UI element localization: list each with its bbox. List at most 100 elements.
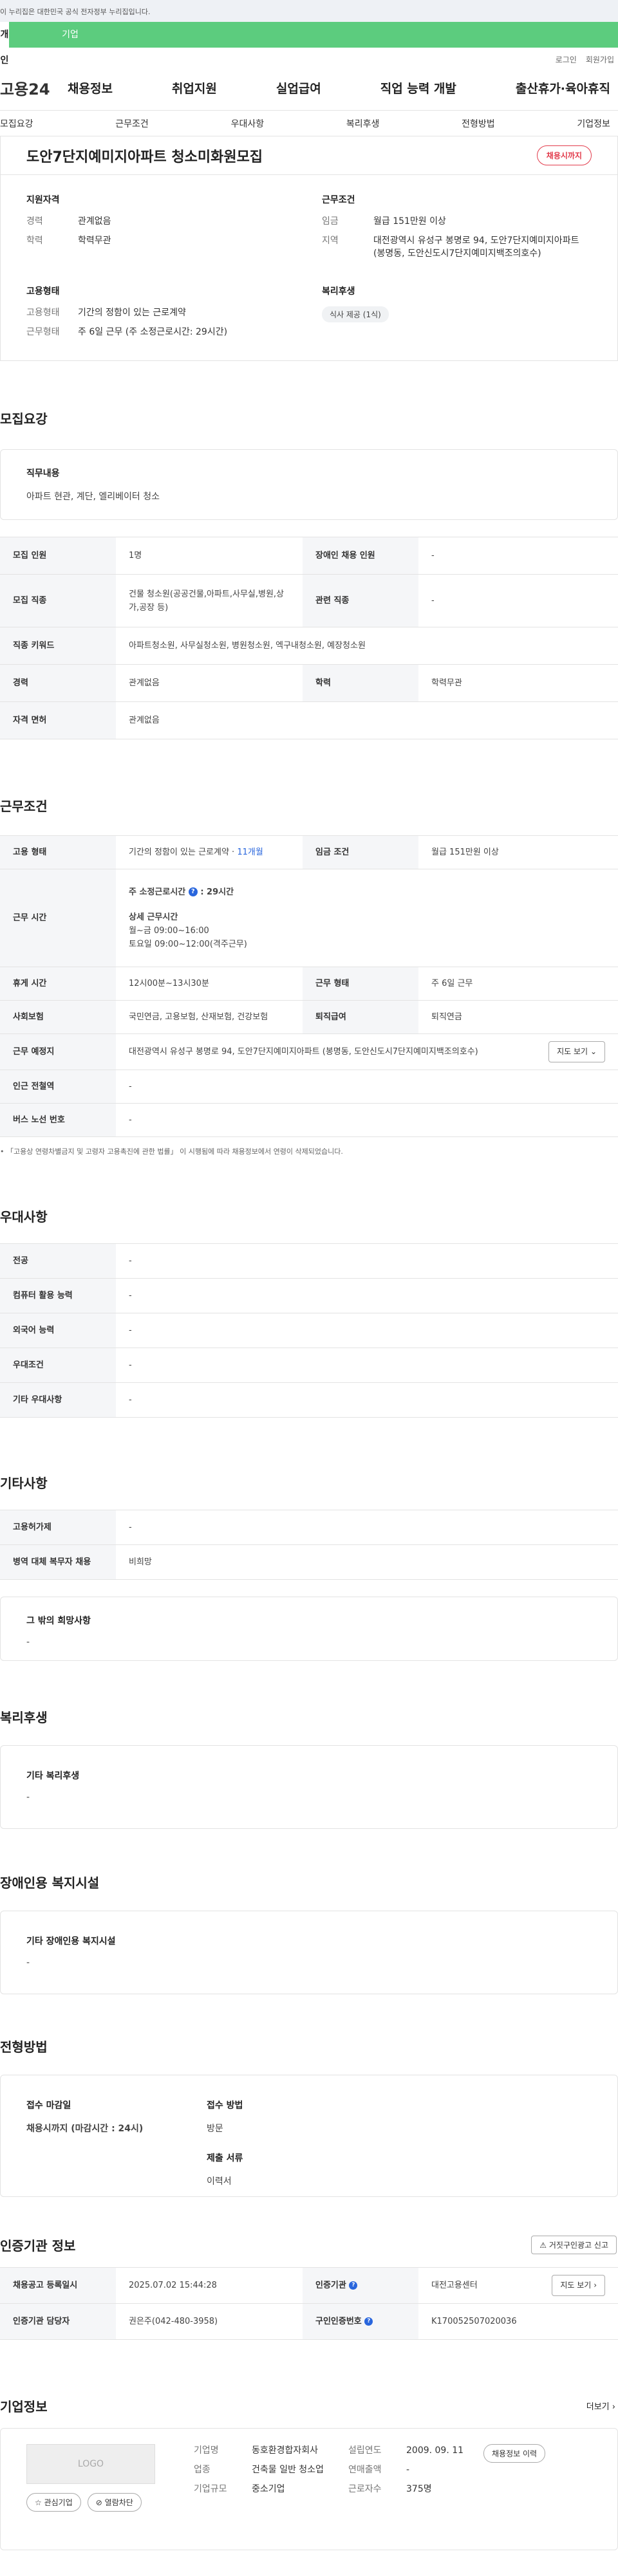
table-row: 고용허가제 -	[0, 1510, 618, 1545]
age-notice-text: 「고용상 연령차별금지 및 고령자 고용촉진에 관한 법률」 이 시행됨에 따라…	[6, 1147, 343, 1156]
weekly-hours-value: : 29시간	[200, 887, 234, 897]
summary-row: 근무형태 주 6일 근무 (주 소정근로시간: 29시간)	[26, 326, 296, 338]
disabled-box: 기타 장애인용 복지시설 -	[0, 1911, 618, 1994]
cell-label: 모집 직종	[0, 574, 116, 627]
table-row: 외국어 능력 -	[0, 1313, 618, 1348]
global-nav: 고용24 채용정보 취업지원 실업급여 직업 능력 개발 출산휴가·육아휴직	[0, 66, 618, 111]
subnav-company[interactable]: 기업정보	[577, 117, 610, 130]
company-more-link[interactable]: 더보기 ›	[586, 2400, 615, 2412]
favorite-company-button[interactable]: ☆ 관심기업	[26, 2493, 81, 2512]
gnb-jobs[interactable]: 채용정보	[68, 79, 113, 97]
subnav-recruit[interactable]: 모집요강	[0, 117, 33, 130]
cell-label: 학력	[303, 664, 418, 702]
cell-label: 채용공고 등록일시	[0, 2267, 116, 2304]
disabled-label: 기타 장애인용 복지시설	[26, 1936, 116, 1947]
table-row: 컴퓨터 활용 능력 -	[0, 1278, 618, 1313]
disabled-section-title: 장애인용 복지시설	[0, 1875, 100, 1891]
subnav-process[interactable]: 전형방법	[462, 117, 495, 130]
table-row: 기타 우대사항 -	[0, 1382, 618, 1418]
conditions-table: 고용 형태 기간의 정함이 있는 근로계약 · 11개월 임금 조건 월급 15…	[0, 835, 618, 1137]
company-more-label: 더보기	[586, 2402, 610, 2412]
subnav-welfare[interactable]: 복리후생	[346, 117, 380, 130]
table-row: 우대조건 -	[0, 1348, 618, 1383]
cell-value: -	[116, 1348, 618, 1383]
cell-value: 퇴직연금	[418, 1000, 618, 1034]
gnb-leave[interactable]: 출산휴가·육아휴직	[516, 79, 610, 97]
gnb-unemployment[interactable]: 실업급여	[276, 79, 321, 97]
agency-map-label: 지도 보기	[560, 2281, 592, 2290]
summary-key: 지역	[322, 236, 339, 246]
table-row: 근무 시간 주 소정근로시간 ? : 29시간 상세 근무시간 월~금 09:0…	[0, 869, 618, 967]
agency-table: 채용공고 등록일시 2025.07.02 15:44:28 인증기관 ? 대전고…	[0, 2267, 618, 2340]
cell-value: -	[116, 1278, 618, 1313]
wish-value: -	[26, 1637, 30, 1647]
info-key: 업종	[194, 2465, 211, 2475]
cell-label: 사회보험	[0, 1000, 116, 1034]
hiring-history-button[interactable]: 채용정보 이력	[483, 2444, 546, 2463]
chevron-right-icon: ›	[594, 2281, 597, 2290]
chevron-right-icon: ›	[612, 2402, 615, 2412]
cell-value: 대전광역시 유성구 봉명로 94, 도안7단지예미지아파트 (봉명동, 도안신도…	[116, 1033, 618, 1070]
age-notice: • 「고용상 연령차별금지 및 고령자 고용촉진에 관한 법률」 이 시행됨에 …	[0, 1147, 343, 1156]
info-icon[interactable]: ?	[188, 887, 198, 896]
map-button-label: 지도 보기	[557, 1047, 588, 1056]
cell-value: 건물 청소원(공공건물,아파트,사무실,병원,상가,공장 등)	[116, 574, 303, 627]
gnb-support[interactable]: 취업지원	[172, 79, 217, 97]
info-icon[interactable]: ?	[364, 2317, 373, 2326]
table-row: 고용 형태 기간의 정함이 있는 근로계약 · 11개월 임금 조건 월급 15…	[0, 835, 618, 869]
table-row: 전공 -	[0, 1243, 618, 1279]
company-header: 기업정보 더보기 ›	[0, 2396, 618, 2415]
cell-value: 기간의 정함이 있는 근로계약 · 11개월	[116, 835, 303, 869]
subnav-conditions[interactable]: 근무조건	[115, 117, 149, 130]
join-link[interactable]: 회원가입	[586, 54, 614, 66]
cell-label: 휴게 시간	[0, 967, 116, 1001]
method-value: 방문	[207, 2124, 223, 2134]
cell-label: 인근 전철역	[0, 1070, 116, 1104]
tab-company[interactable]: 기업	[48, 22, 93, 48]
table-row: 인증기관 담당자 권은주(042-480-3958) 구인인증번호 ? K170…	[0, 2303, 618, 2340]
info-key: 기업명	[194, 2445, 219, 2456]
subnav-prefer[interactable]: 우대사항	[231, 117, 265, 130]
table-row: 사회보험 국민연금, 고용보험, 산재보험, 건강보험 퇴직급여 퇴직연금	[0, 1000, 618, 1034]
company-employees: 375명	[406, 2484, 432, 2494]
cell-value: 비희망	[116, 1544, 618, 1580]
wish-box: 그 밖의 희망사항 -	[0, 1597, 618, 1661]
emp-type-months: 11개월	[237, 848, 263, 857]
section-nav: 모집요강 근무조건 우대사항 복리후생 전형방법 기업정보	[0, 111, 618, 136]
summary-key: 경력	[26, 216, 43, 227]
report-fake-ad-button[interactable]: ⚠ 거짓구인광고 신고	[531, 2236, 617, 2254]
cell-label: 근무 시간	[0, 869, 116, 967]
cell-value: K170052507020036	[418, 2303, 618, 2340]
summary-key: 고용형태	[26, 308, 60, 318]
cell-value: 권은주(042-480-3958)	[116, 2303, 303, 2340]
cell-label: 버스 노선 번호	[0, 1103, 116, 1137]
cell-value: -	[116, 1382, 618, 1418]
company-card: LOGO ☆ 관심기업 ⊘ 열람차단 기업명 동호환경합자회사 업종 건축물 일반 …	[0, 2428, 618, 2550]
summary-value: 기간의 정함이 있는 근로계약	[78, 308, 186, 318]
cell-value: 주 6일 근무	[418, 967, 618, 1001]
prefer-table: 전공 - 컴퓨터 활용 능력 - 외국어 능력 - 우대조건 - 기타 우대사항 -	[0, 1243, 618, 1418]
summary-welfare: 복리후생 식사 제공 (1식)	[322, 284, 592, 345]
cell-value: 학력무관	[418, 664, 618, 702]
map-button[interactable]: 지도 보기 ⌄	[548, 1041, 605, 1062]
agency-map-button[interactable]: 지도 보기 ›	[552, 2275, 605, 2296]
table-row: 모집 직종 건물 청소원(공공건물,아파트,사무실,병원,상가,공장 등) 관련 …	[0, 574, 618, 627]
table-row: 버스 노선 번호 -	[0, 1103, 618, 1137]
block-view-button[interactable]: ⊘ 열람차단	[87, 2493, 142, 2512]
cell-value: -	[418, 537, 618, 575]
tab-personal[interactable]: 개인	[0, 22, 9, 66]
etc-section-title: 기타사항	[0, 1476, 48, 1491]
docs-value: 이력서	[207, 2176, 232, 2187]
summary-qual-title: 지원자격	[26, 195, 60, 205]
table-row: 근무 예정지 대전광역시 유성구 봉명로 94, 도안7단지예미지아파트 (봉명…	[0, 1033, 618, 1070]
login-link[interactable]: 로그인	[556, 54, 577, 66]
company-info-right: 설립연도 2009. 09. 11 연매출액 - 근로자수 375명	[348, 2444, 483, 2534]
brand-logo[interactable]: 고용24	[0, 77, 68, 99]
detail-hours-weekday: 월~금 09:00~16:00	[129, 925, 209, 936]
gnb-training[interactable]: 직업 능력 개발	[380, 79, 456, 97]
top-tabs: 개인 기업	[0, 22, 618, 66]
cell-value: -	[116, 1313, 618, 1348]
company-section-title: 기업정보	[0, 2399, 48, 2414]
info-icon[interactable]: ?	[349, 2281, 358, 2290]
cell-value: 대전고용센터 지도 보기 ›	[418, 2267, 618, 2304]
